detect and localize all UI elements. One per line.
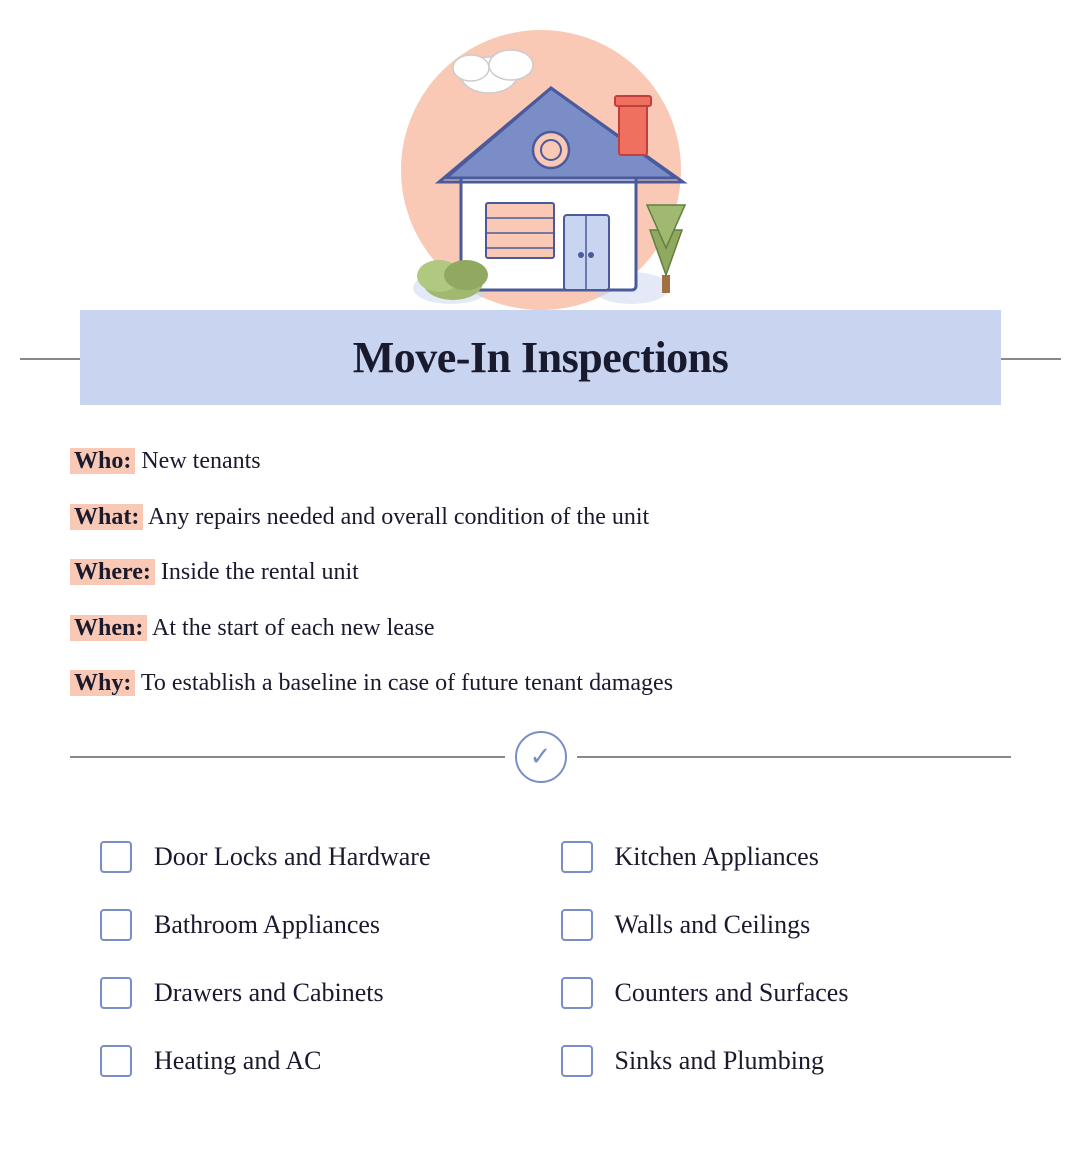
house-illustration <box>371 20 711 310</box>
list-item: Counters and Surfaces <box>541 959 1002 1027</box>
checkbox-drawers-cabinets[interactable] <box>100 977 132 1009</box>
main-title: Move-In Inspections <box>353 333 729 382</box>
list-item: Heating and AC <box>80 1027 541 1095</box>
checkbox-counters-surfaces[interactable] <box>561 977 593 1009</box>
list-item: Kitchen Appliances <box>541 823 1002 891</box>
divider: ✓ <box>70 731 1011 783</box>
when-text: At the start of each new lease <box>152 615 435 641</box>
list-item: Drawers and Cabinets <box>80 959 541 1027</box>
content-area: Who: New tenants What: Any repairs neede… <box>0 405 1081 1135</box>
info-who: Who: New tenants <box>70 445 1011 479</box>
why-text: To establish a baseline in case of futur… <box>141 670 673 696</box>
item-walls-ceilings-label: Walls and Ceilings <box>615 910 811 940</box>
list-item: Sinks and Plumbing <box>541 1027 1002 1095</box>
item-heating-ac-label: Heating and AC <box>154 1046 322 1076</box>
illustration-area <box>0 0 1081 310</box>
checkbox-walls-ceilings[interactable] <box>561 909 593 941</box>
list-item: Bathroom Appliances <box>80 891 541 959</box>
divider-circle: ✓ <box>515 731 567 783</box>
checkbox-bathroom-appliances[interactable] <box>100 909 132 941</box>
where-label: Where: <box>70 559 155 585</box>
list-item: Walls and Ceilings <box>541 891 1002 959</box>
checkbox-door-locks[interactable] <box>100 841 132 873</box>
item-bathroom-appliances-label: Bathroom Appliances <box>154 910 380 940</box>
checkmark-icon: ✓ <box>530 744 552 770</box>
when-label: When: <box>70 615 147 641</box>
checkbox-sinks-plumbing[interactable] <box>561 1045 593 1077</box>
who-text: New tenants <box>141 448 260 474</box>
where-text: Inside the rental unit <box>161 559 359 585</box>
list-item: Door Locks and Hardware <box>80 823 541 891</box>
info-when: When: At the start of each new lease <box>70 612 1011 646</box>
divider-line-left <box>70 756 505 758</box>
what-label: What: <box>70 504 143 530</box>
title-banner: Move-In Inspections <box>80 310 1001 405</box>
item-door-locks-label: Door Locks and Hardware <box>154 842 431 872</box>
divider-line-right <box>577 756 1012 758</box>
checklist-grid: Door Locks and Hardware Kitchen Applianc… <box>80 823 1001 1095</box>
page: Move-In Inspections Who: New tenants Wha… <box>0 0 1081 1164</box>
who-label: Who: <box>70 448 135 474</box>
info-section: Who: New tenants What: Any repairs neede… <box>70 445 1011 701</box>
checkbox-kitchen-appliances[interactable] <box>561 841 593 873</box>
item-drawers-cabinets-label: Drawers and Cabinets <box>154 978 384 1008</box>
item-counters-surfaces-label: Counters and Surfaces <box>615 978 849 1008</box>
what-text: Any repairs needed and overall condition… <box>148 504 649 530</box>
checkbox-heating-ac[interactable] <box>100 1045 132 1077</box>
why-label: Why: <box>70 670 135 696</box>
info-where: Where: Inside the rental unit <box>70 556 1011 590</box>
item-sinks-plumbing-label: Sinks and Plumbing <box>615 1046 824 1076</box>
info-what: What: Any repairs needed and overall con… <box>70 501 1011 535</box>
info-why: Why: To establish a baseline in case of … <box>70 667 1011 701</box>
item-kitchen-appliances-label: Kitchen Appliances <box>615 842 819 872</box>
